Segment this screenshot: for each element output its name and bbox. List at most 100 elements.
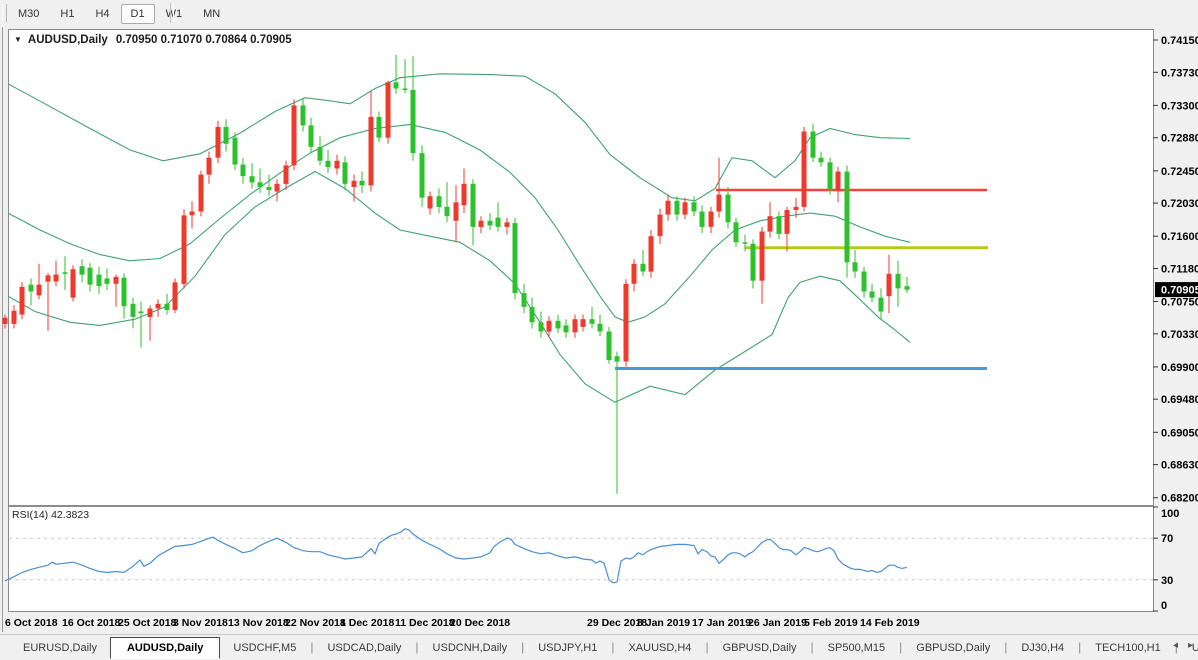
candlestick xyxy=(2,317,8,324)
candlestick xyxy=(436,196,442,207)
candlestick xyxy=(742,242,748,244)
candlestick xyxy=(682,202,688,215)
price-tick-label: 0.73730 xyxy=(1161,67,1198,79)
chart-area: 0.74150 0.73730 0.73300 0.72880 0.72450 0.720… xyxy=(0,27,1198,634)
date-tick-label: 1 Dec 2018 xyxy=(340,617,395,629)
tab-usdchf-m5[interactable]: USDCHF,M5 xyxy=(220,638,309,658)
rsi-tick-label: 70 xyxy=(1161,533,1173,545)
chart-tabs: EURUSD,Daily AUDUSD,Daily USDCHF,M5 | USDCAD… xyxy=(10,635,1198,660)
price-chart-panel[interactable]: 0.74150 0.73730 0.73300 0.72880 0.72450 0.720… xyxy=(0,29,1198,506)
tab-sp500-m15[interactable]: SP500,M15 xyxy=(815,638,898,658)
tab-scroll-right-icon[interactable]: ▸ xyxy=(1185,639,1196,652)
chart-symbol-label: AUDUSD,Daily xyxy=(27,34,108,46)
candlestick xyxy=(308,125,314,147)
tab-usdcnh-daily[interactable]: USDCNH,Daily xyxy=(420,638,521,658)
price-tick-label: 0.72030 xyxy=(1161,198,1198,210)
date-tick-label: 13 Nov 2018 xyxy=(228,617,289,629)
candlestick xyxy=(504,222,510,227)
date-tick-label: 26 Jan 2019 xyxy=(748,617,807,629)
rsi-indicator-label: RSI(14) 42.3823 xyxy=(12,509,90,521)
rsi-tick-label: 30 xyxy=(1161,575,1173,587)
candlestick xyxy=(631,263,637,284)
tab-usdjpy-h1[interactable]: USDJPY,H1 xyxy=(525,638,610,658)
timeframe-button-mn[interactable]: MN xyxy=(193,4,230,24)
candlestick xyxy=(402,88,408,90)
candlestick xyxy=(351,180,357,187)
candlestick xyxy=(827,162,833,190)
tab-separator: | xyxy=(810,639,814,654)
candlestick xyxy=(104,278,110,284)
toolbar-grip-icon[interactable] xyxy=(2,4,7,22)
rsi-tick-label: 100 xyxy=(1161,508,1179,520)
candlestick xyxy=(784,210,790,234)
mt4-window: M30 H1 H4 D1 W1 MN 0.74150 0.73730 0.73300 0.728… xyxy=(0,0,1198,660)
candlestick xyxy=(852,262,858,272)
date-tick-label: 8 Jan 2019 xyxy=(637,617,691,629)
tab-dj30-h4[interactable]: DJ30,H4 xyxy=(1008,638,1077,658)
candlestick xyxy=(198,174,204,212)
tab-separator: | xyxy=(1078,639,1082,654)
tab-scroll-left-icon[interactable]: ◂ xyxy=(1170,639,1181,652)
candlestick xyxy=(810,131,816,158)
tab-tech100-h1[interactable]: TECH100,H1 xyxy=(1082,638,1173,658)
timeframe-button-h4[interactable]: H4 xyxy=(85,4,119,24)
timeframe-button-m30[interactable]: M30 xyxy=(8,4,49,24)
candlestick xyxy=(478,220,484,227)
price-tick-label: 0.72450 xyxy=(1161,166,1198,178)
candlestick xyxy=(223,126,229,144)
candlestick xyxy=(818,157,824,163)
candlestick xyxy=(614,356,620,362)
candlestick xyxy=(266,186,272,190)
timeframe-button-h1[interactable]: H1 xyxy=(50,4,84,24)
candlestick xyxy=(325,160,331,167)
candlestick xyxy=(801,131,807,207)
candlestick xyxy=(274,183,280,192)
price-tick-label: 0.71180 xyxy=(1161,264,1198,276)
price-tick-label: 0.72880 xyxy=(1161,133,1198,145)
candlestick xyxy=(521,293,527,307)
candlestick xyxy=(419,153,425,198)
candlestick xyxy=(334,160,340,169)
candlestick xyxy=(461,183,467,206)
timeframe-button-d1[interactable]: D1 xyxy=(120,3,155,24)
rsi-tick-label: 0 xyxy=(1161,600,1167,612)
candlestick xyxy=(878,297,884,312)
tab-separator: | xyxy=(705,639,709,654)
tab-separator: | xyxy=(521,639,525,654)
tab-separator: | xyxy=(1004,639,1008,654)
candlestick xyxy=(189,211,195,216)
candlestick xyxy=(597,323,603,332)
tab-gbpusd-daily[interactable]: GBPUSD,Daily xyxy=(903,638,1003,658)
tab-eurusd-daily[interactable]: EURUSD,Daily xyxy=(10,638,110,658)
candlestick xyxy=(470,183,476,227)
candlestick xyxy=(665,200,671,215)
tab-usdcad-daily[interactable]: USDCAD,Daily xyxy=(314,638,414,658)
price-tick-label: 0.68630 xyxy=(1161,460,1198,472)
candlestick xyxy=(767,216,773,232)
tab-separator: | xyxy=(899,639,903,654)
tab-audusd-daily[interactable]: AUDUSD,Daily xyxy=(109,636,221,659)
tab-xauusd-h4[interactable]: XAUUSD,H4 xyxy=(615,638,704,658)
symbol-dropdown-icon[interactable]: ▼ xyxy=(14,35,22,44)
toolbar-separator xyxy=(170,3,174,23)
tab-scroll-arrows: ◂ ▸ xyxy=(1170,639,1196,652)
candlestick xyxy=(708,211,714,227)
candlestick xyxy=(249,176,255,183)
candlestick xyxy=(699,211,705,227)
candlestick xyxy=(886,273,892,297)
candlestick xyxy=(733,222,739,243)
candlestick xyxy=(291,105,297,166)
candlestick xyxy=(368,116,374,186)
date-axis[interactable]: 6 Oct 2018 16 Oct 2018 25 Oct 2018 3 Nov 20… xyxy=(0,614,1150,634)
candlestick xyxy=(512,223,518,294)
candlestick xyxy=(121,277,127,307)
candlestick xyxy=(674,200,680,215)
date-tick-label: 20 Dec 2018 xyxy=(450,617,511,629)
tab-gbpusd-daily[interactable]: GBPUSD,Daily xyxy=(710,638,810,658)
date-tick-label: 6 Oct 2018 xyxy=(5,617,58,629)
candlestick xyxy=(725,194,731,223)
candlestick xyxy=(317,146,323,161)
candlestick xyxy=(648,236,654,272)
rsi-indicator-panel[interactable]: 100 70 30 0 xyxy=(0,506,1198,614)
price-tick-label: 0.70750 xyxy=(1161,297,1198,309)
